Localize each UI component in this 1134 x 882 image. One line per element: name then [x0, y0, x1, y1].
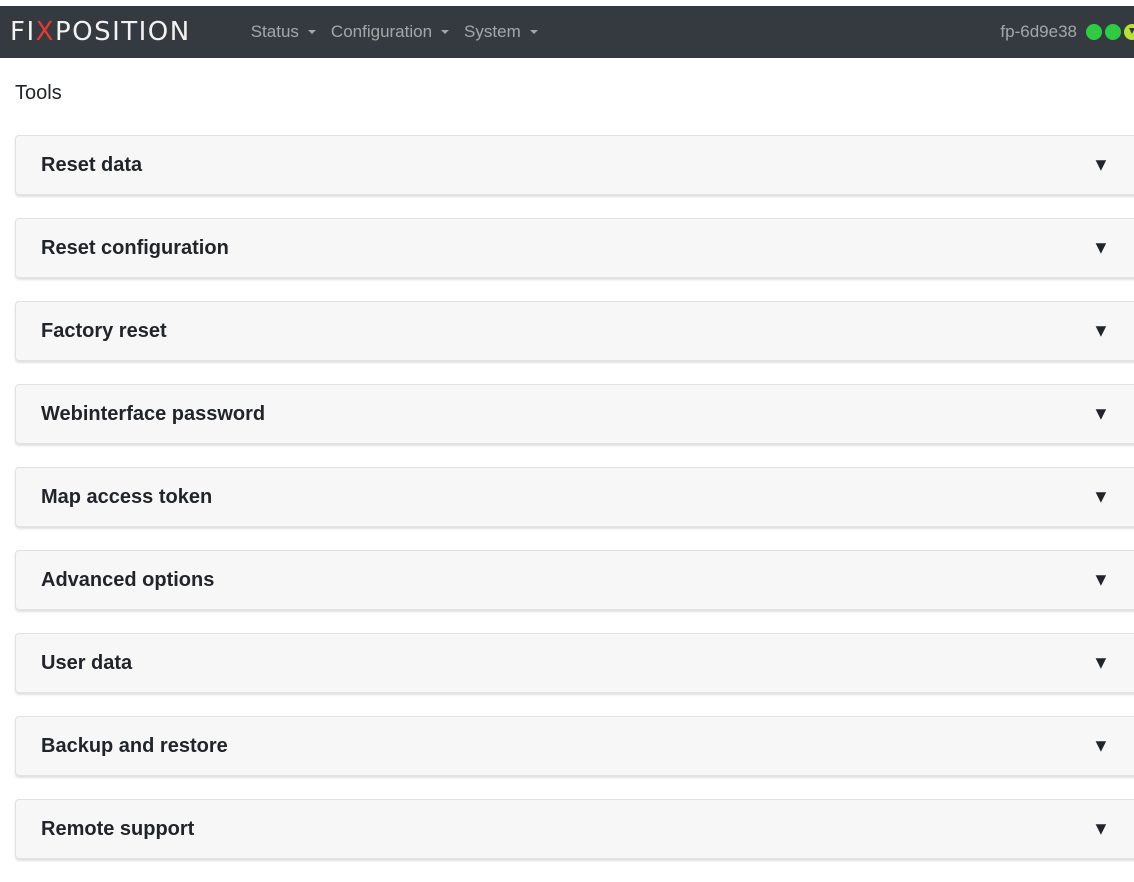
expand-triangle-icon[interactable]: ▼ [1092, 736, 1110, 757]
device-hostname: fp-6d9e38 [1000, 22, 1077, 41]
brand-logo[interactable]: FI X POSITION [10, 17, 191, 47]
panel-webinterface-password[interactable]: Webinterface password ▼ [15, 384, 1134, 444]
nav-item-status[interactable]: Status [251, 22, 316, 42]
panel-title: Reset data [41, 153, 143, 176]
page-title: Tools [15, 82, 62, 104]
panel-title: Webinterface password [41, 402, 266, 425]
expand-triangle-icon[interactable]: ▼ [1092, 487, 1110, 508]
panel-reset-data[interactable]: Reset data ▼ [15, 135, 1134, 195]
nav-item-system[interactable]: System [464, 22, 538, 42]
status-ok-icon [1086, 24, 1102, 40]
caret-down-icon [529, 30, 538, 34]
panel-reset-configuration[interactable]: Reset configuration ▼ [15, 218, 1134, 278]
panel-factory-reset[interactable]: Factory reset ▼ [15, 301, 1134, 361]
nav-item-configuration[interactable]: Configuration [330, 22, 450, 42]
brand-text-suffix: POSITION [54, 17, 191, 47]
nav-item-label: Status [250, 22, 299, 41]
panel-title: Remote support [41, 817, 195, 840]
nav-menu: Status Configuration System [251, 22, 553, 42]
expand-triangle-icon[interactable]: ▼ [1092, 570, 1110, 591]
tools-panel-list: Reset data ▼ Reset configuration ▼ Facto… [15, 135, 1134, 882]
expand-triangle-icon[interactable]: ▼ [1092, 238, 1110, 259]
expand-triangle-icon[interactable]: ▼ [1092, 155, 1110, 176]
panel-title: Factory reset [41, 319, 167, 342]
brand-x-mark: X [35, 17, 55, 47]
panel-title: User data [41, 651, 133, 674]
expand-triangle-icon[interactable]: ▼ [1092, 404, 1110, 425]
panel-user-data[interactable]: User data ▼ [15, 633, 1134, 693]
panel-map-access-token[interactable]: Map access token ▼ [15, 467, 1134, 527]
nav-status-area: fp-6d9e38 [1000, 6, 1134, 58]
status-ok-icon [1105, 24, 1121, 40]
panel-title: Advanced options [41, 568, 215, 591]
panel-remote-support[interactable]: Remote support ▼ [15, 799, 1134, 859]
nav-item-label: Configuration [330, 22, 433, 41]
caret-down-icon [441, 30, 450, 34]
top-navbar: FI X POSITION Status Configuration System … [0, 6, 1134, 58]
expand-triangle-icon[interactable]: ▼ [1092, 321, 1110, 342]
panel-title: Map access token [41, 485, 213, 508]
expand-triangle-icon[interactable]: ▼ [1092, 819, 1110, 840]
panel-title: Backup and restore [41, 734, 228, 757]
status-download-icon [1124, 24, 1134, 40]
panel-backup-and-restore[interactable]: Backup and restore ▼ [15, 716, 1134, 776]
brand-text-prefix: FI [10, 17, 36, 47]
panel-advanced-options[interactable]: Advanced options ▼ [15, 550, 1134, 610]
nav-item-label: System [464, 22, 521, 41]
panel-title: Reset configuration [41, 236, 229, 259]
caret-down-icon [307, 30, 316, 34]
expand-triangle-icon[interactable]: ▼ [1092, 653, 1110, 674]
